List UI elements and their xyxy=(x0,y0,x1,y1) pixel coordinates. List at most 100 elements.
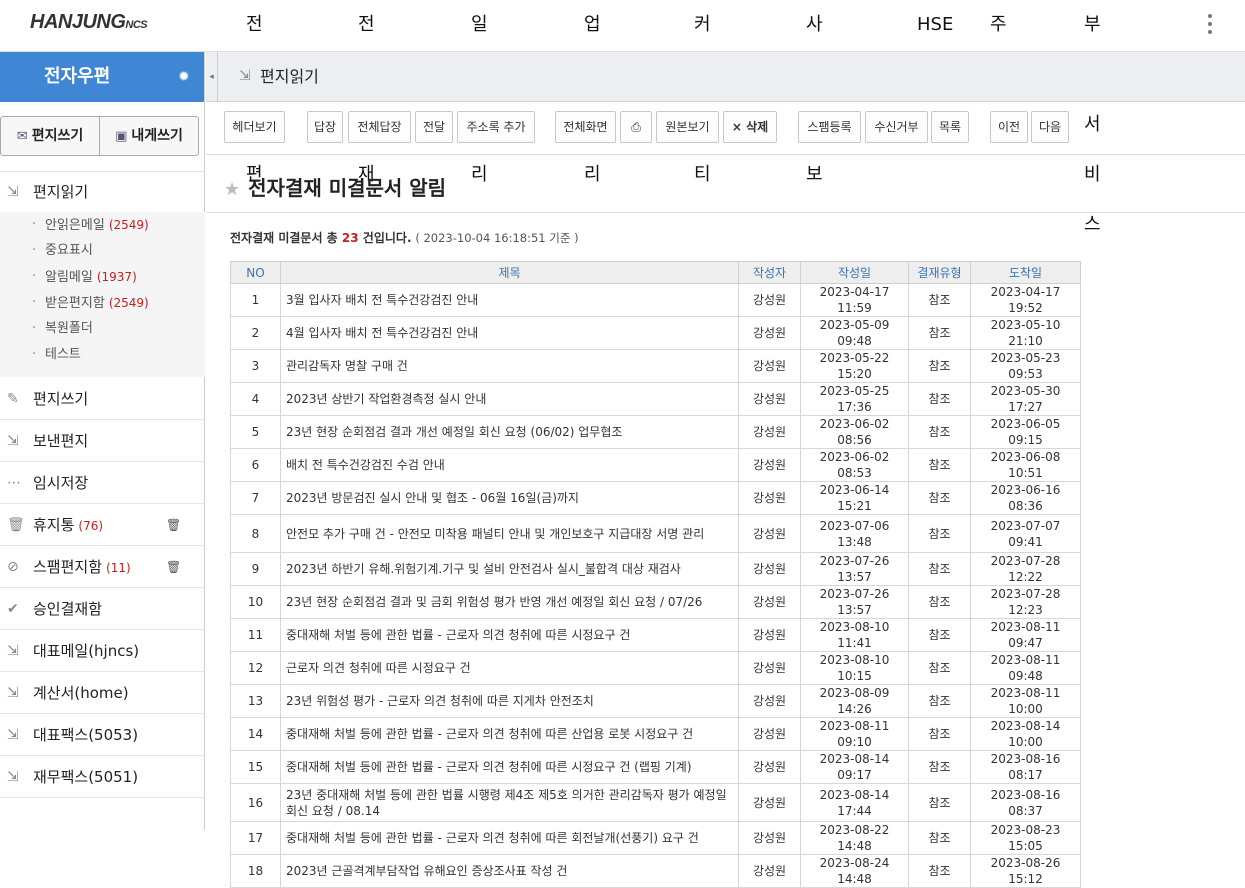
sidebar-item[interactable]: ⊘ 스팸편지함 (11) 🗑 xyxy=(0,546,205,588)
more-menu-icon[interactable] xyxy=(1204,10,1216,36)
subfolder-item[interactable]: 테스트 xyxy=(0,342,205,368)
table-row[interactable]: 10 23년 현장 순회점검 결과 및 금회 위험성 평가 반영 개선 예정일 회… xyxy=(230,585,1081,619)
reply-button[interactable]: 답장 xyxy=(307,111,343,143)
table-row[interactable]: 18 2023년 근골격계부담작업 유해요인 증상조사표 작성 건 강성원 2023-… xyxy=(230,854,1081,888)
row-subject[interactable]: 중대재해 처벌 등에 관한 법률 - 근로자 의견 청취에 따른 시정요구 건 … xyxy=(280,750,739,784)
subfolder-item[interactable]: 중요표시 xyxy=(0,238,205,264)
print-button[interactable]: ⎙ xyxy=(620,111,652,143)
column-header[interactable]: 작성일 xyxy=(800,261,909,284)
table-row[interactable]: 15 중대재해 처벌 등에 관한 법률 - 근로자 의견 청취에 따른 시정요구 … xyxy=(230,750,1081,784)
table-row[interactable]: 14 중대재해 처벌 등에 관한 법률 - 근로자 의견 청취에 따른 산업용 로… xyxy=(230,717,1081,751)
mail-subject: ★ 전자결재 미결문서 알림 xyxy=(224,173,446,203)
row-approval-type: 참조 xyxy=(908,618,971,652)
block-sender-button[interactable]: 수신거부 xyxy=(865,111,928,143)
row-approval-type: 참조 xyxy=(908,821,971,855)
collapse-sidebar-icon[interactable]: ◂ xyxy=(206,52,218,102)
row-subject[interactable]: 중대재해 처벌 등에 관한 법률 - 근로자 의견 청취에 따른 시정요구 건 xyxy=(280,618,739,652)
row-subject[interactable]: 중대재해 처벌 등에 관한 법률 - 근로자 의견 청취에 따른 산업용 로봇 … xyxy=(280,717,739,751)
table-row[interactable]: 17 중대재해 처벌 등에 관한 법률 - 근로자 의견 청취에 따른 회전날개(… xyxy=(230,821,1081,855)
write-button-group: ✉ 편지쓰기 ▣ 내게쓰기 xyxy=(0,116,199,156)
column-header[interactable]: 도착일 xyxy=(970,261,1081,284)
row-subject[interactable]: 2023년 방문검진 실시 안내 및 협조 - 06월 16일(금)까지 xyxy=(280,481,739,515)
column-header[interactable]: 작성자 xyxy=(738,261,801,284)
row-subject[interactable]: 23년 현장 순회점검 결과 개선 예정일 회신 요청 (06/02) 업무협조 xyxy=(280,415,739,449)
add-contact-button[interactable]: 주소록 추가 xyxy=(457,111,535,143)
row-subject[interactable]: 2023년 하반기 유해.위험기계.기구 및 설비 안전검사 실시_불합격 대상… xyxy=(280,552,739,586)
sidebar-item[interactable]: ✎ 편지쓰기 xyxy=(0,378,205,420)
row-subject[interactable]: 관리감독자 명찰 구매 건 xyxy=(280,349,739,383)
subfolder-item[interactable]: 알림메일(1937) xyxy=(0,264,205,290)
forward-button[interactable]: 전달 xyxy=(415,111,453,143)
sidebar-item-label: 계산서(home) xyxy=(33,684,129,702)
topnav-item[interactable]: HSE xyxy=(917,0,953,50)
table-row[interactable]: 2 4월 입사자 배치 전 특수건강검진 안내 강성원 2023-05-09 09:4… xyxy=(230,316,1081,350)
sidebar-item[interactable]: ⇲ 계산서(home) xyxy=(0,672,205,714)
row-approval-type: 참조 xyxy=(908,585,971,619)
list-button[interactable]: 목록 xyxy=(931,111,969,143)
row-number: 13 xyxy=(230,684,281,718)
row-subject[interactable]: 배치 전 특수건강검진 수검 안내 xyxy=(280,448,739,482)
row-subject[interactable]: 23년 현장 순회점검 결과 및 금회 위험성 평가 반영 개선 예정일 회신 … xyxy=(280,585,739,619)
column-header[interactable]: NO xyxy=(230,261,281,284)
row-created: 2023-08-14 09:17 xyxy=(800,750,909,784)
table-row[interactable]: 6 배치 전 특수건강검진 수검 안내 강성원 2023-06-02 08:53 참조 2… xyxy=(230,448,1081,482)
gear-icon[interactable]: ✹ xyxy=(178,69,194,85)
empty-trash-icon[interactable]: 🗑 xyxy=(166,504,181,546)
envelope-icon: ✉ xyxy=(16,129,28,144)
row-subject[interactable]: 23년 중대재해 처벌 등에 관한 법률 시행령 제4조 제5호 의거한 관리감… xyxy=(280,783,739,822)
table-row[interactable]: 8 안전모 추가 구매 건 - 안전모 미착용 패널티 안내 및 개인보호구 지급… xyxy=(230,514,1081,553)
column-header[interactable]: 결재유형 xyxy=(908,261,971,284)
table-row[interactable]: 9 2023년 하반기 유해.위험기계.기구 및 설비 안전검사 실시_불합격 대… xyxy=(230,552,1081,586)
sidebar-item[interactable]: ⇲ 대표메일(hjncs) xyxy=(0,630,205,672)
table-row[interactable]: 11 중대재해 처벌 등에 관한 법률 - 근로자 의견 청취에 따른 시정요구 … xyxy=(230,618,1081,652)
next-button[interactable]: 다음 xyxy=(1031,111,1069,143)
original-view-button[interactable]: 원본보기 xyxy=(656,111,719,143)
subfolder-item[interactable]: 받은편지함(2549) xyxy=(0,290,205,316)
row-author: 강성원 xyxy=(738,448,801,482)
table-row[interactable]: 16 23년 중대재해 처벌 등에 관한 법률 시행령 제4조 제5호 의거한 관… xyxy=(230,783,1081,822)
row-subject[interactable]: 중대재해 처벌 등에 관한 법률 - 근로자 의견 청취에 따른 회전날개(선풍… xyxy=(280,821,739,855)
table-row[interactable]: 1 3월 입사자 배치 전 특수건강검진 안내 강성원 2023-04-17 11:5… xyxy=(230,283,1081,317)
row-number: 14 xyxy=(230,717,281,751)
table-row[interactable]: 7 2023년 방문검진 실시 안내 및 협조 - 06월 16일(금)까지 강성원… xyxy=(230,481,1081,515)
pending-count: 23 xyxy=(341,231,359,245)
row-subject[interactable]: 23년 위험성 평가 - 근로자 의견 청취에 따른 지게차 안전조치 xyxy=(280,684,739,718)
subfolder-item[interactable]: 안읽은메일(2549) xyxy=(0,212,205,238)
table-row[interactable]: 4 2023년 상반기 작업환경측정 실시 안내 강성원 2023-05-25 17:… xyxy=(230,382,1081,416)
inbox-icon: ⇲ xyxy=(7,184,19,200)
compose-button[interactable]: ✉ 편지쓰기 xyxy=(1,117,100,155)
delete-button[interactable]: × 삭제 xyxy=(723,111,777,143)
table-row[interactable]: 5 23년 현장 순회점검 결과 개선 예정일 회신 요청 (06/02) 업무협… xyxy=(230,415,1081,449)
sidebar-item[interactable]: ⋯ 임시저장 xyxy=(0,462,205,504)
row-subject[interactable]: 4월 입사자 배치 전 특수건강검진 안내 xyxy=(280,316,739,350)
prev-button[interactable]: 이전 xyxy=(990,111,1028,143)
sidebar-item[interactable]: 🗑 휴지통 (76) 🗑 xyxy=(0,504,205,546)
sidebar-item-read[interactable]: ⇲ 편지읽기 xyxy=(0,171,205,211)
reply-all-button[interactable]: 전체답장 xyxy=(348,111,411,143)
row-created: 2023-05-22 15:20 xyxy=(800,349,909,383)
sidebar-item[interactable]: ✔ 승인결재함 xyxy=(0,588,205,630)
star-icon[interactable]: ★ xyxy=(224,179,240,200)
column-header[interactable]: 제목 xyxy=(280,261,739,284)
row-subject[interactable]: 근로자 의견 청취에 따른 시정요구 건 xyxy=(280,651,739,685)
table-row[interactable]: 3 관리감독자 명찰 구매 건 강성원 2023-05-22 15:20 참조 2023-… xyxy=(230,349,1081,383)
fullscreen-button[interactable]: 전체화면 xyxy=(555,111,616,143)
row-author: 강성원 xyxy=(738,854,801,888)
empty-trash-icon[interactable]: 🗑 xyxy=(166,546,181,588)
row-arrived: 2023-05-30 17:27 xyxy=(970,382,1081,416)
row-subject[interactable]: 안전모 추가 구매 건 - 안전모 미착용 패널티 안내 및 개인보호구 지급대… xyxy=(280,514,739,553)
row-subject[interactable]: 2023년 상반기 작업환경측정 실시 안내 xyxy=(280,382,739,416)
sidebar-item[interactable]: ⇲ 보낸편지 xyxy=(0,420,205,462)
subfolder-item[interactable]: 복원폴더 xyxy=(0,316,205,342)
table-row[interactable]: 13 23년 위험성 평가 - 근로자 의견 청취에 따른 지게차 안전조치 강성원… xyxy=(230,684,1081,718)
write-to-self-button[interactable]: ▣ 내게쓰기 xyxy=(100,117,198,155)
sidebar-item[interactable]: ⇲ 재무팩스(5051) xyxy=(0,756,205,798)
header-view-button[interactable]: 헤더보기 xyxy=(224,111,285,143)
sidebar-item[interactable]: ⇲ 대표팩스(5053) xyxy=(0,714,205,756)
row-subject[interactable]: 2023년 근골격계부담작업 유해요인 증상조사표 작성 건 xyxy=(280,854,739,888)
table-row[interactable]: 12 근로자 의견 청취에 따른 시정요구 건 강성원 2023-08-10 10:1… xyxy=(230,651,1081,685)
row-subject[interactable]: 3월 입사자 배치 전 특수건강검진 안내 xyxy=(280,283,739,317)
subfolder-label: 테스트 xyxy=(45,347,81,362)
spam-button[interactable]: 스팸등록 xyxy=(798,111,861,143)
company-logo[interactable]: HANJUNGNCS xyxy=(30,11,148,34)
